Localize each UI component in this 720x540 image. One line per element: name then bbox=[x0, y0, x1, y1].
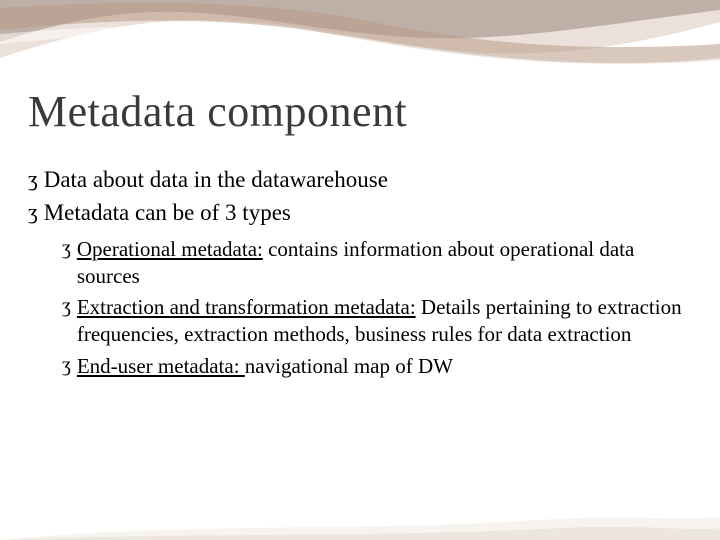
bullet-icon: ʒ bbox=[62, 236, 71, 261]
bullet-icon: ʒ bbox=[62, 353, 71, 378]
bullet-icon: ʒ bbox=[28, 199, 38, 226]
underlined-term: Extraction and transformation metadata: bbox=[77, 295, 416, 319]
bullet-icon: ʒ bbox=[62, 294, 71, 319]
sub-bullet-item: ʒ End-user metadata: navigational map of… bbox=[62, 353, 688, 380]
sub-bullet-item: ʒ Operational metadata: contains informa… bbox=[62, 236, 688, 291]
slide-content: ʒ Data about data in the datawarehouse ʒ… bbox=[28, 166, 688, 384]
sub-bullet-rest: navigational map of DW bbox=[245, 354, 453, 378]
bottom-decoration bbox=[0, 492, 720, 540]
sub-bullet-text: Extraction and transformation metadata: … bbox=[77, 294, 688, 349]
slide-title: Metadata component bbox=[28, 86, 407, 137]
top-decoration bbox=[0, 0, 720, 90]
underlined-term: Operational metadata: bbox=[77, 237, 263, 261]
sub-bullet-text: Operational metadata: contains informati… bbox=[77, 236, 688, 291]
bullet-item: ʒ Metadata can be of 3 types bbox=[28, 199, 688, 228]
bullet-item: ʒ Data about data in the datawarehouse bbox=[28, 166, 688, 195]
bullet-text: Data about data in the datawarehouse bbox=[44, 166, 688, 195]
slide: Metadata component ʒ Data about data in … bbox=[0, 0, 720, 540]
sub-bullet-text: End-user metadata: navigational map of D… bbox=[77, 353, 688, 380]
underlined-term: End-user metadata: bbox=[77, 354, 245, 378]
bullet-icon: ʒ bbox=[28, 166, 38, 193]
sub-bullet-item: ʒ Extraction and transformation metadata… bbox=[62, 294, 688, 349]
bullet-text: Metadata can be of 3 types bbox=[44, 199, 688, 228]
